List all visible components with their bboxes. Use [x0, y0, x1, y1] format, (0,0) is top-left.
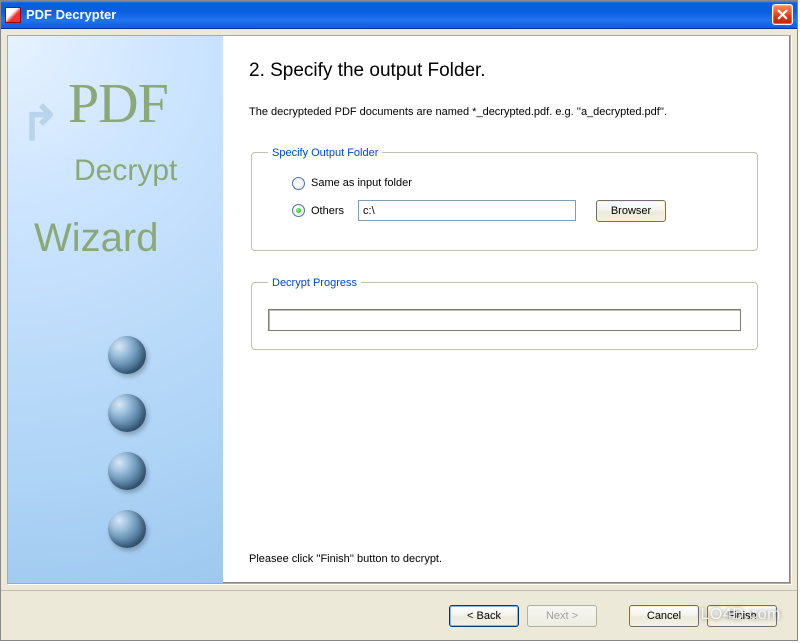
progress-bar [268, 309, 741, 331]
radio-others-input[interactable] [292, 204, 305, 217]
close-button[interactable] [772, 4, 793, 25]
titlebar[interactable]: PDF Decrypter [1, 1, 797, 29]
sidebar-text-wizard: Wizard [34, 216, 223, 261]
step-heading: 2. Specify the output Folder. [249, 60, 760, 82]
output-folder-legend: Specify Output Folder [268, 147, 382, 159]
side-panel: ↱ PDF Decrypt Wizard [8, 36, 223, 583]
window-title: PDF Decrypter [26, 7, 772, 22]
orb-icon [108, 452, 146, 490]
wizard-inner: ↱ PDF Decrypt Wizard 2. Specify the outp… [7, 35, 791, 584]
radio-row-same[interactable]: Same as input folder [292, 177, 741, 190]
window-frame: PDF Decrypter ↱ PDF Decrypt Wizard [0, 0, 798, 641]
radio-same-input[interactable] [292, 177, 305, 190]
close-icon [777, 9, 788, 20]
wizard-body: ↱ PDF Decrypt Wizard 2. Specify the outp… [1, 29, 797, 590]
content-panel: 2. Specify the output Folder. The decryp… [223, 36, 790, 583]
cancel-button[interactable]: Cancel [629, 605, 699, 627]
orb-icon [108, 336, 146, 374]
output-path-input[interactable] [358, 200, 576, 221]
arrow-icon: ↱ [20, 96, 60, 152]
browse-button[interactable]: Browser [596, 200, 666, 222]
app-icon [5, 7, 21, 23]
sidebar-text-decrypt: Decrypt [74, 154, 223, 188]
button-bar: < Back Next > Cancel Finish [1, 590, 797, 640]
orb-icon [108, 394, 146, 432]
finish-button[interactable]: Finish [707, 605, 777, 627]
orb-icon [108, 510, 146, 548]
step-description: The decrypteded PDF documents are named … [249, 104, 760, 121]
sidebar-text-pdf: PDF [68, 76, 223, 132]
hint-text: Pleasee click ''Finish'' button to decry… [249, 553, 442, 565]
progress-group: Decrypt Progress [251, 277, 758, 350]
radio-same-label: Same as input folder [311, 177, 412, 189]
radio-row-others[interactable]: Others Browser [292, 200, 741, 222]
back-button[interactable]: < Back [449, 605, 519, 627]
progress-legend: Decrypt Progress [268, 277, 361, 289]
decorative-orbs [108, 336, 146, 568]
output-folder-group: Specify Output Folder Same as input fold… [251, 147, 758, 251]
next-button[interactable]: Next > [527, 605, 597, 627]
radio-others-label: Others [311, 205, 344, 217]
